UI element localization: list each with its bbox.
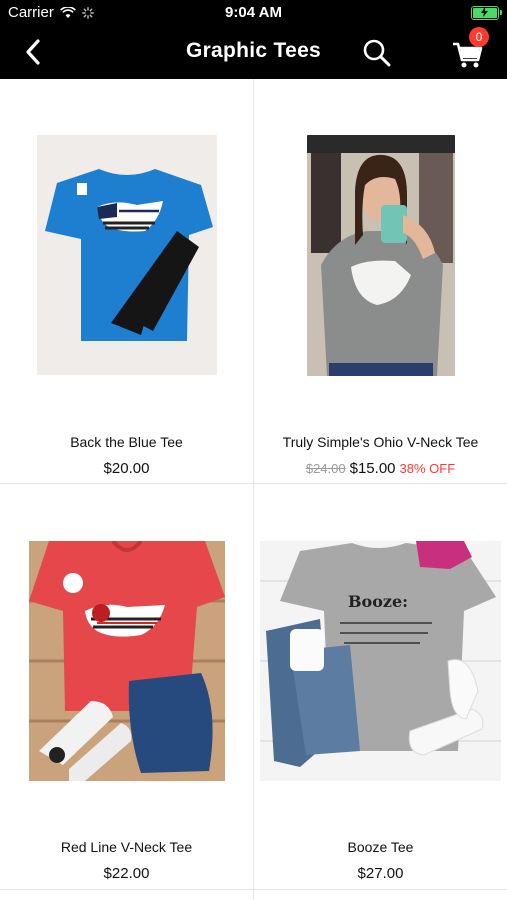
product-card[interactable]: Booze: Booze Tee $27.00	[254, 484, 507, 889]
svg-text:Booze:: Booze:	[348, 592, 408, 611]
product-name[interactable]: Booze Tee	[254, 839, 507, 855]
discount-label: 38% OFF	[399, 461, 456, 476]
status-bar: Carrier 9:04 AM	[0, 0, 507, 26]
product-price: $27.00	[254, 865, 507, 882]
product-image[interactable]	[29, 541, 225, 781]
product-card[interactable]: Red Line V-Neck Tee $22.00	[0, 484, 253, 889]
status-time: 9:04 AM	[225, 4, 282, 21]
cart-count-badge: 0	[469, 27, 489, 47]
price-label: $20.00	[103, 460, 150, 477]
product-name[interactable]: Truly Simple's Ohio V-Neck Tee	[254, 434, 507, 450]
battery-icon	[471, 6, 502, 20]
product-image[interactable]: Booze:	[260, 541, 501, 781]
product-grid: Back the Blue Tee $20.00 Truly Simple's …	[0, 79, 507, 900]
original-price: $24.00	[305, 461, 346, 476]
product-name[interactable]: Red Line V-Neck Tee	[0, 839, 253, 855]
product-image[interactable]	[307, 135, 455, 376]
price-label: $15.00	[349, 460, 396, 477]
product-price: $22.00	[0, 865, 253, 882]
product-price: $20.00	[0, 460, 253, 477]
grid-divider-bottom	[0, 889, 507, 890]
top-bar: Carrier 9:04 AM Graphic Tees 0	[0, 0, 507, 79]
product-price: $24.00 $15.00 38% OFF	[254, 460, 507, 477]
page-title: Graphic Tees	[185, 39, 322, 62]
product-image[interactable]	[37, 135, 217, 375]
price-label: $27.00	[357, 865, 404, 882]
product-card[interactable]: Truly Simple's Ohio V-Neck Tee $24.00 $15…	[254, 79, 507, 484]
search-icon[interactable]	[361, 37, 393, 69]
product-name[interactable]: Back the Blue Tee	[0, 434, 253, 450]
price-label: $22.00	[103, 865, 150, 882]
nav-bar: Graphic Tees 0	[0, 26, 507, 79]
product-card[interactable]: Back the Blue Tee $20.00	[0, 79, 253, 484]
